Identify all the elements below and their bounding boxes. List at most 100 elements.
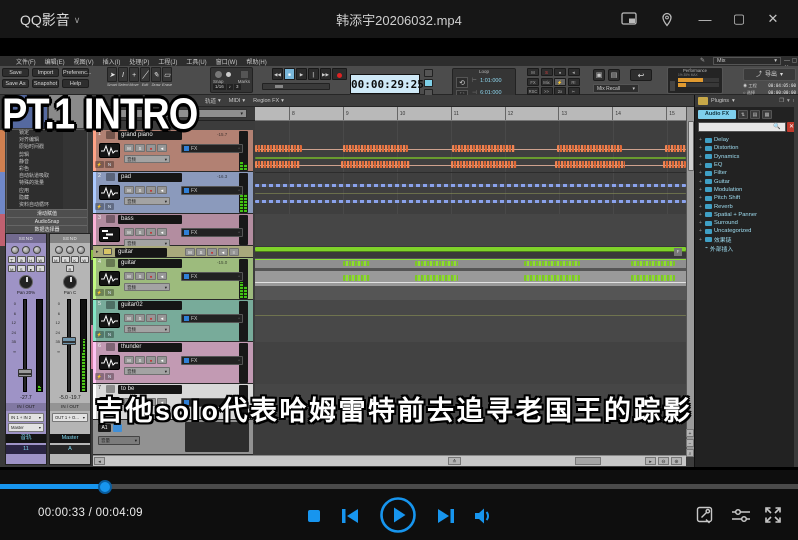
mute-button[interactable]: M (124, 144, 134, 152)
daw-menu-item[interactable]: 窗口(W) (216, 57, 238, 66)
monitor-button[interactable]: ◄ (157, 272, 167, 280)
monitor-button[interactable]: ◄ (157, 314, 167, 322)
mix-module-button[interactable]: Mix (541, 78, 553, 86)
track-name[interactable]: bass (118, 215, 182, 224)
snap-value[interactable]: 1/16 (213, 84, 226, 90)
expand-icon[interactable]: + (699, 220, 703, 226)
daw-file-button[interactable]: Save As (2, 79, 29, 88)
track-volume[interactable]: -15.7 (217, 132, 227, 137)
track-io-dropdown[interactable]: 音频▾ (124, 197, 170, 205)
audio-clip[interactable] (343, 261, 370, 266)
minimize-button[interactable]: — (696, 11, 714, 27)
track-name[interactable]: guitar02 (118, 301, 182, 310)
strip-button[interactable]: ⊘ (17, 256, 26, 263)
daw-tool-button[interactable]: ✎Draw (151, 67, 161, 87)
screenshot-tool-icon[interactable] (696, 506, 714, 529)
strip-button[interactable]: S (61, 256, 70, 263)
send-knob[interactable] (11, 246, 19, 254)
track-guitar[interactable]: 4 guitar -15.0 MS●◄ 音频▾ FX▫ ⚡N (93, 258, 253, 300)
collapse-button[interactable]: ≙ (448, 457, 461, 465)
scroll-right-button[interactable]: ▸ (645, 457, 656, 465)
loop-start[interactable]: 1:01:000 (480, 78, 501, 84)
mix-module-button[interactable]: S (541, 68, 553, 76)
daw-tool-button[interactable]: ╱Edit (140, 67, 150, 87)
daw-menu-item[interactable]: 工具(U) (186, 57, 206, 66)
strip-button[interactable]: S (17, 265, 26, 272)
pan-knob[interactable] (63, 275, 77, 289)
context-menu-item[interactable]: 静音 (7, 159, 87, 166)
expand-icon[interactable]: + (699, 170, 703, 176)
arm-button[interactable]: ● (146, 144, 156, 152)
regionfx-menu[interactable]: Region FX▾ (253, 98, 284, 104)
plugin-category[interactable]: + Spatial + Panner (695, 211, 795, 219)
transport-button[interactable]: ║ (308, 68, 319, 80)
arm-button[interactable]: ● (207, 248, 217, 256)
stop-button[interactable] (307, 509, 321, 528)
mixer-strip-track[interactable]: SEND 工⊘HW MS●≡ Pan 20% 06122435∞ -27.7 I… (5, 233, 47, 465)
solo-button[interactable]: S (135, 186, 145, 194)
daw-file-button[interactable]: Help (62, 79, 89, 88)
pin-on-top-icon[interactable] (658, 11, 676, 27)
plugin-category[interactable]: + 效果链 (695, 236, 795, 244)
daw-tool-button[interactable]: ➤Smart (107, 67, 117, 87)
strip-button[interactable]: K (71, 256, 80, 263)
mix-module-button[interactable]: ◄ (568, 68, 580, 76)
folder-track-row[interactable]: F (255, 246, 686, 258)
fx-rack[interactable]: FX▫ (181, 186, 243, 195)
daw-file-button[interactable]: Save (2, 68, 29, 77)
fx-rack[interactable]: FX▫ (181, 228, 243, 237)
expand-icon[interactable]: + (699, 145, 703, 151)
plugin-category[interactable]: + Surround (695, 219, 795, 227)
audio-clip[interactable] (524, 275, 580, 281)
timeline-ruler[interactable]: 89101112131415 (255, 107, 686, 121)
track-io-dropdown[interactable]: 音频▾ (124, 283, 170, 291)
plugin-category[interactable]: + Filter (695, 169, 795, 177)
track-expand-icon[interactable] (106, 215, 115, 223)
mix-module-button[interactable]: ✂ (568, 87, 580, 95)
arm-button[interactable]: ● (146, 314, 156, 322)
audio-clip[interactable] (555, 161, 625, 168)
mix-module-button[interactable]: >> (541, 87, 553, 95)
bass-clip-row[interactable] (255, 214, 686, 246)
browser-scrollbar[interactable] (794, 95, 798, 467)
export-project-row[interactable]: ◉ 工程00:04:05:00 (743, 83, 796, 89)
play-button[interactable] (379, 496, 417, 539)
daw-menu-item[interactable]: 帮助(H) (246, 57, 266, 66)
transport-button[interactable]: ◀◀ (272, 68, 283, 80)
solo-button[interactable]: S (135, 272, 145, 280)
time-option-active[interactable] (424, 79, 433, 87)
mix-module-button[interactable]: 2x (554, 87, 566, 95)
daw-menu-item[interactable]: 视图(V) (74, 57, 94, 66)
daw-tool-button[interactable]: ISelect (118, 67, 128, 87)
audio-clip[interactable] (557, 145, 622, 152)
mute-button[interactable]: M (124, 186, 134, 194)
folder-tab-icon[interactable] (698, 97, 708, 105)
arm-button[interactable]: ● (146, 228, 156, 236)
lane-param-dropdown[interactable]: 音量▾ (98, 436, 140, 445)
output-dropdown[interactable]: OUT 1 + O...▾ (52, 413, 88, 422)
zoom-in-button[interactable]: ⊕ (671, 457, 682, 465)
notes-icon[interactable]: ▤ (608, 69, 620, 81)
mute-button[interactable]: M (124, 272, 134, 280)
mix-module-button[interactable]: ● (554, 68, 566, 76)
mute-button[interactable]: M (124, 314, 134, 322)
daw-menu-item[interactable]: 处理(P) (129, 57, 149, 66)
context-menu-item[interactable]: 隐藏 (7, 195, 87, 202)
daw-tool-button[interactable]: +Move (129, 67, 139, 87)
zoom-tool-button[interactable]: ⌕ (686, 449, 694, 457)
daw-file-button[interactable]: Preferenc... (62, 68, 89, 77)
folder-collapse-icon[interactable]: ▸ (96, 249, 99, 255)
snap-module[interactable]: Snap Marks 1/16 ♪ 3 (210, 67, 253, 93)
volume-fader[interactable]: 06122435∞ (6, 297, 46, 395)
scrollbar-thumb[interactable] (575, 457, 601, 465)
pan-knob[interactable] (19, 275, 33, 289)
transport-button[interactable]: ▶▶ (320, 68, 331, 80)
automation-line[interactable] (255, 315, 686, 316)
context-menu-item[interactable]: 剪辑 (7, 152, 87, 159)
expand-icon[interactable]: + (699, 187, 703, 193)
settings-sliders-icon[interactable] (731, 508, 751, 528)
context-menu-item[interactable]: 原始时间戳 (7, 144, 87, 151)
plugin-category[interactable]: + EQ (695, 161, 795, 169)
transport-slider[interactable] (262, 83, 330, 90)
track-name[interactable]: guitar (115, 248, 167, 257)
